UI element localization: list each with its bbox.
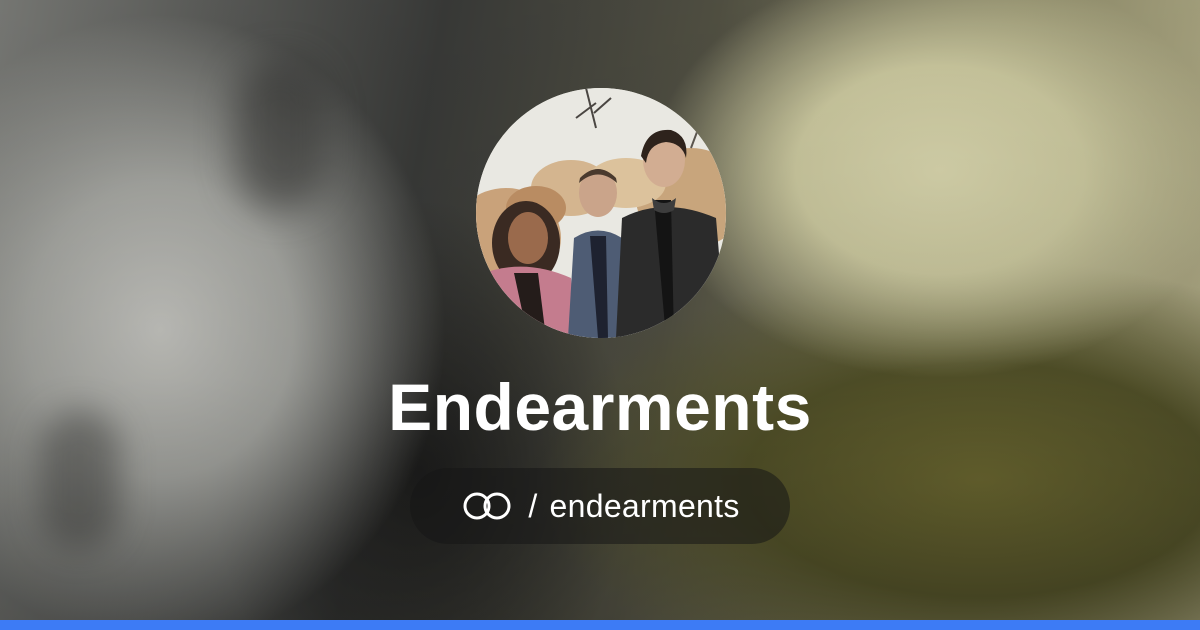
profile-handle: endearments (549, 487, 740, 524)
share-card: Endearments / endearments (0, 0, 1200, 630)
avatar[interactable] (476, 88, 726, 338)
profile-handle-pill[interactable]: / endearments (410, 468, 790, 544)
profile-name: Endearments (388, 370, 812, 444)
linked-rings-icon (460, 490, 516, 522)
handle-separator: / (528, 487, 538, 524)
accent-bar (0, 620, 1200, 630)
band-photo (476, 88, 726, 338)
